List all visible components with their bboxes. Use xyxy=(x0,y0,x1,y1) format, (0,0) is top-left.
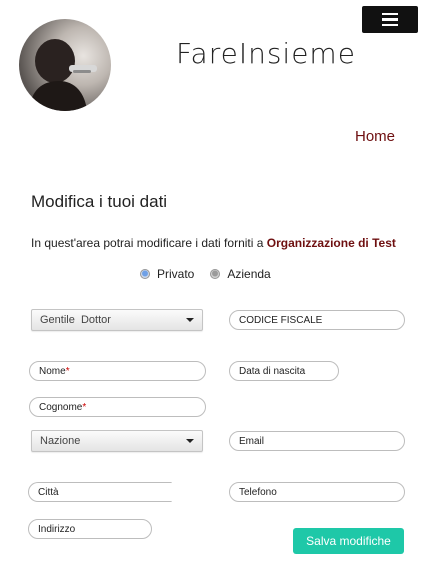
avatar xyxy=(19,19,111,111)
radio-selected-icon xyxy=(140,269,150,279)
organization-name: Organizzazione di Test xyxy=(266,236,396,250)
codice-fiscale-field[interactable]: CODICE FISCALE xyxy=(229,310,405,330)
intro-label: In quest'area potrai modificare i dati f… xyxy=(31,236,267,250)
chevron-down-icon xyxy=(186,318,194,322)
menu-bar-icon xyxy=(382,23,398,27)
account-type-radio-group: Privato Azienda xyxy=(140,267,287,281)
title-select-value: Gentile Dottor xyxy=(40,314,111,326)
radio-azienda[interactable]: Azienda xyxy=(210,267,271,281)
avatar-photo xyxy=(19,19,111,111)
nome-field[interactable]: Nome * xyxy=(29,361,206,381)
indirizzo-field[interactable]: Indirizzo xyxy=(28,519,152,539)
radio-label: Privato xyxy=(157,267,195,281)
codice-fiscale-placeholder: CODICE FISCALE xyxy=(239,314,323,326)
nav-home-link[interactable]: Home xyxy=(355,128,395,145)
cognome-field[interactable]: Cognome * xyxy=(29,397,206,417)
hamburger-menu-button[interactable] xyxy=(362,6,418,33)
save-button[interactable]: Salva modifiche xyxy=(293,528,404,554)
email-field[interactable]: Email xyxy=(229,431,405,451)
cognome-placeholder: Cognome xyxy=(39,401,83,413)
email-placeholder: Email xyxy=(239,435,265,447)
brand-title: FareInsieme xyxy=(176,37,356,70)
radio-privato[interactable]: Privato xyxy=(140,267,194,281)
menu-bar-icon xyxy=(382,18,398,21)
citta-field[interactable]: Città xyxy=(28,482,172,502)
page-title: Modifica i tuoi dati xyxy=(31,192,168,211)
required-asterisk: * xyxy=(65,365,70,377)
telefono-placeholder: Telefono xyxy=(239,486,277,498)
radio-label: Azienda xyxy=(227,267,271,281)
title-select[interactable]: Gentile Dottor xyxy=(31,309,203,331)
telefono-field[interactable]: Telefono xyxy=(229,482,405,502)
data-nascita-placeholder: Data di nascita xyxy=(239,365,306,377)
chevron-down-icon xyxy=(186,439,194,443)
indirizzo-placeholder: Indirizzo xyxy=(38,523,76,535)
nome-placeholder: Nome xyxy=(39,365,66,377)
intro-text: In quest'area potrai modificare i dati f… xyxy=(31,236,396,250)
nazione-select-value: Nazione xyxy=(40,435,81,447)
data-nascita-field[interactable]: Data di nascita xyxy=(229,361,339,381)
radio-unselected-icon xyxy=(210,269,221,279)
citta-placeholder: Città xyxy=(38,486,59,498)
nazione-select[interactable]: Nazione xyxy=(31,430,203,452)
menu-bar-icon xyxy=(382,12,398,16)
required-asterisk: * xyxy=(82,401,87,413)
